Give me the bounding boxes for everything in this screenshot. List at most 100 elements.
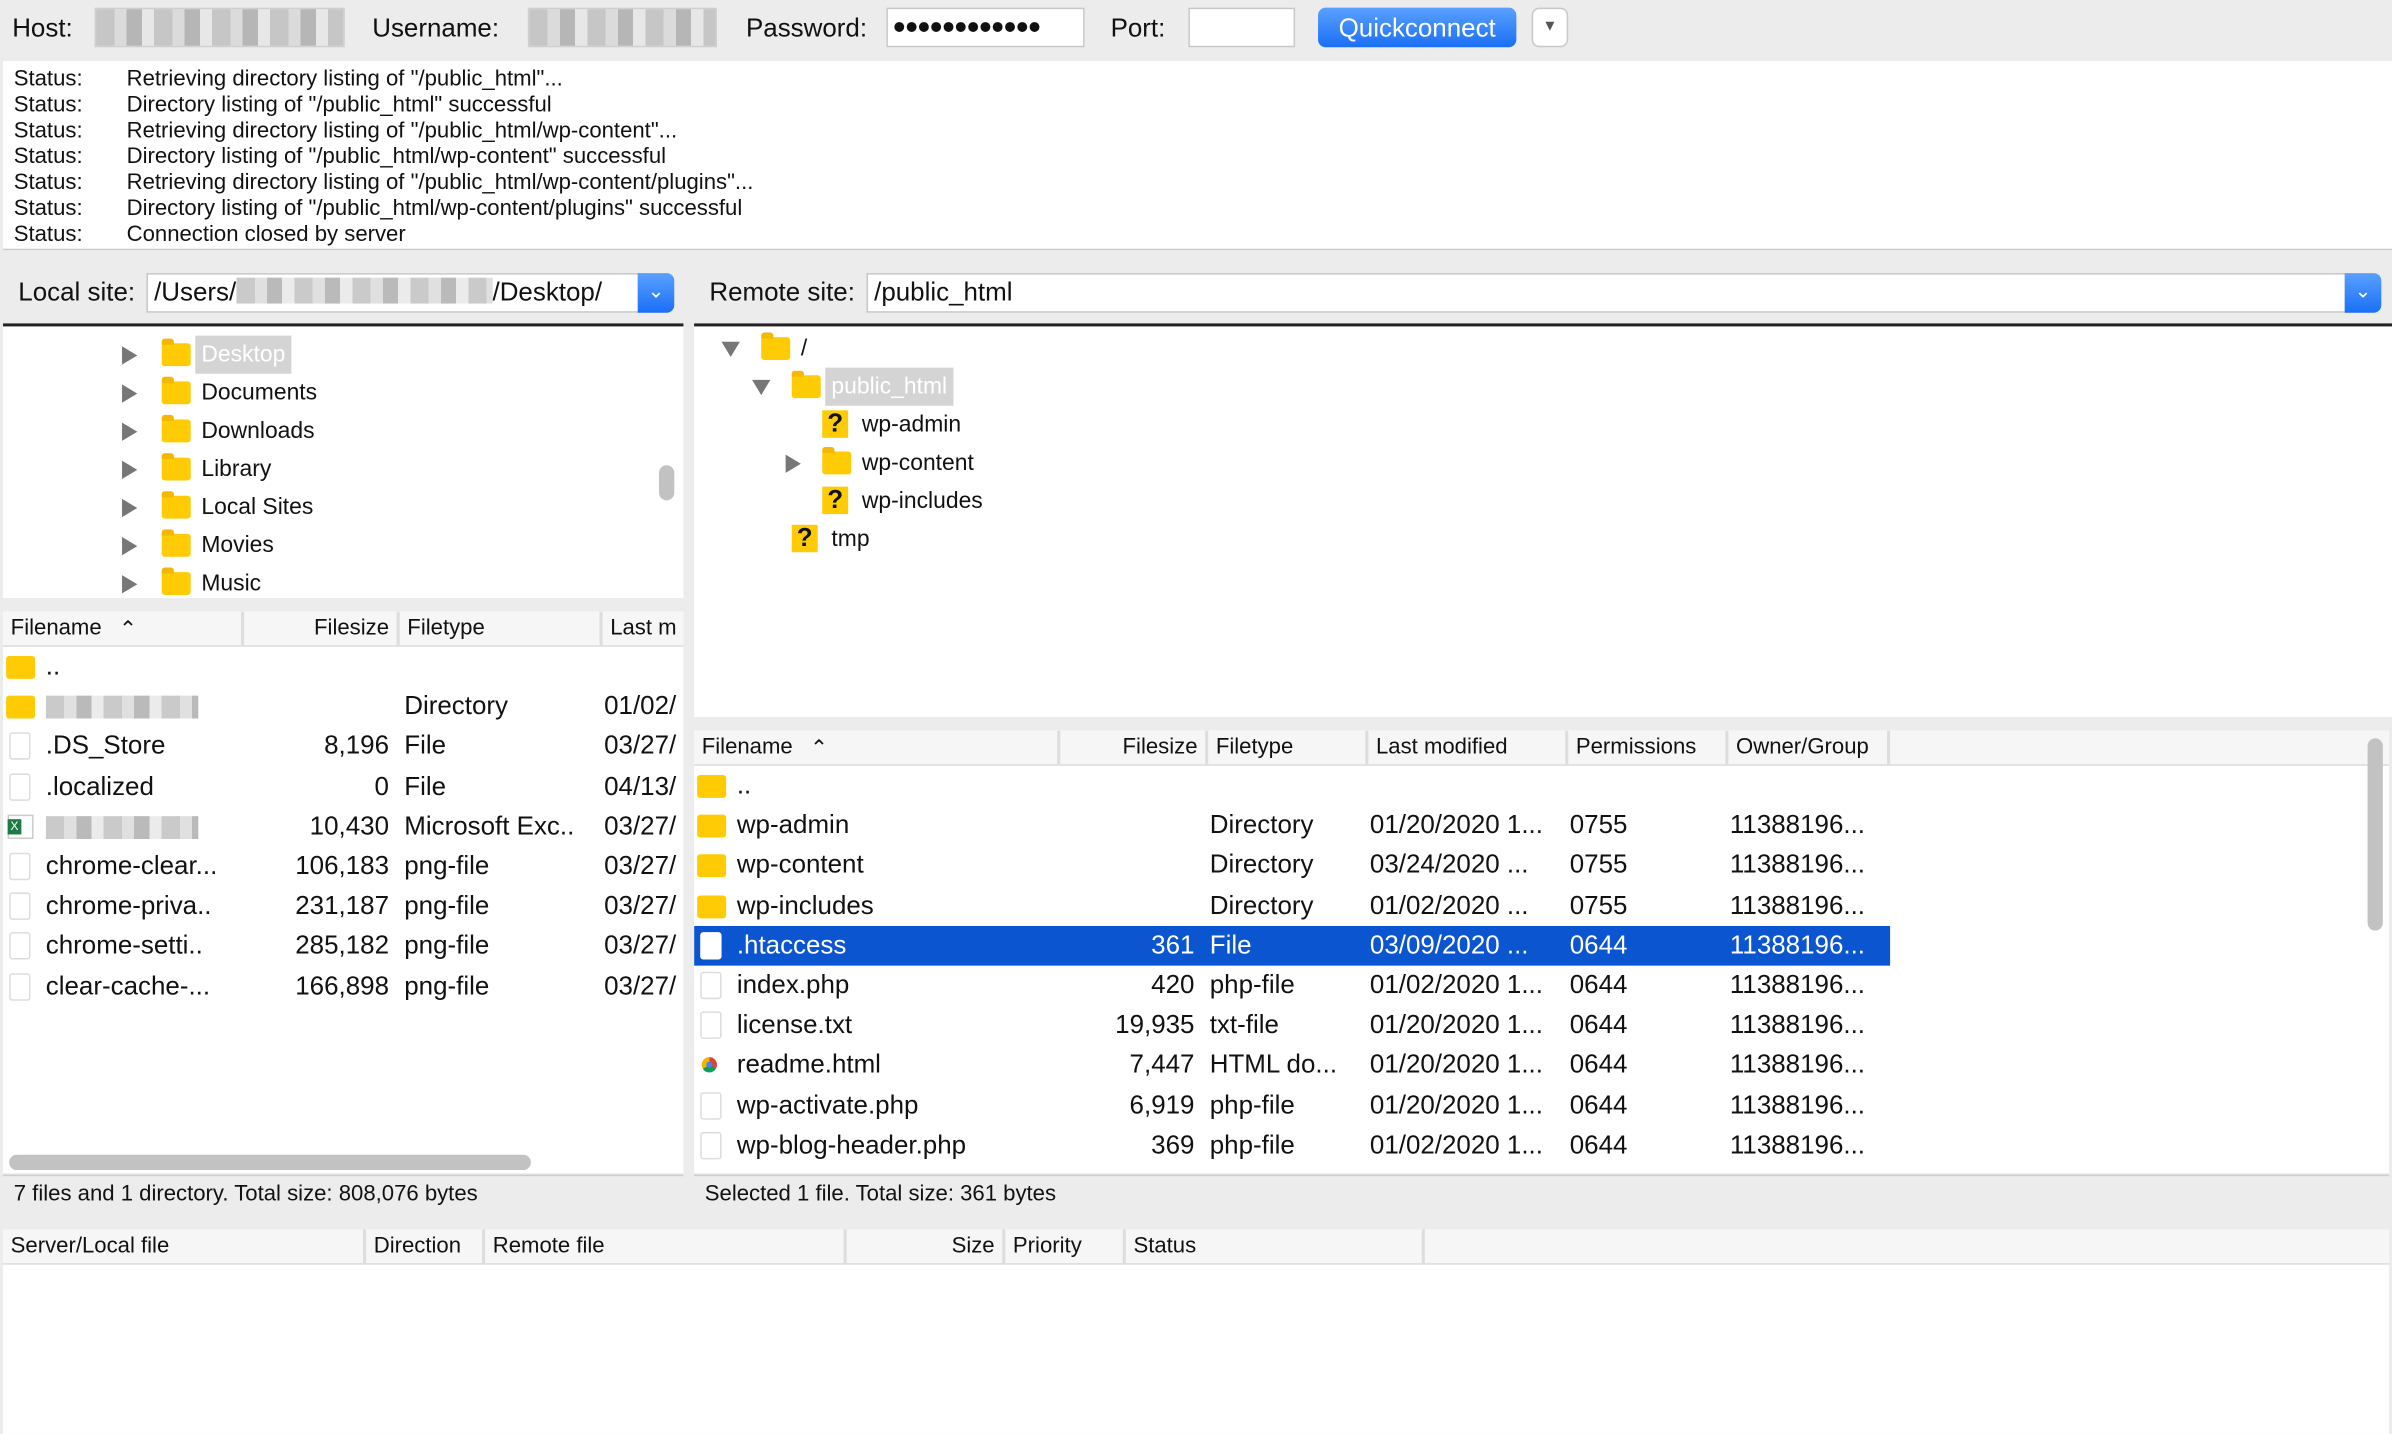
expand-arrow-icon[interactable] xyxy=(122,346,138,365)
file-row[interactable]: Directory 01/02/ xyxy=(3,687,683,727)
file-row[interactable]: index.php 420 php-file 01/02/2020 1... 0644 1… xyxy=(694,966,1890,1006)
tree-node[interactable]: ? tmp xyxy=(752,520,1362,558)
column-header-filetype[interactable]: Filetype xyxy=(400,611,603,646)
tree-node[interactable]: ? wp-includes xyxy=(783,482,1393,520)
local-path-input[interactable]: /Users/ /Desktop/ xyxy=(146,273,641,313)
column-header-permissions[interactable]: Permissions xyxy=(1568,730,1729,765)
file-row[interactable]: chrome-setti.. 285,182 png-file 03/27/ xyxy=(3,927,683,967)
remote-path-dropdown[interactable]: ⌄ xyxy=(2344,273,2382,313)
collapse-arrow-icon[interactable] xyxy=(752,379,771,396)
expand-arrow-icon[interactable] xyxy=(122,384,138,403)
tree-node[interactable]: Music xyxy=(122,564,641,598)
tree-node[interactable]: Library xyxy=(122,450,641,488)
column-header-last-modified[interactable]: Last modified xyxy=(1368,730,1569,765)
local-tree-scrollbar[interactable] xyxy=(659,465,675,501)
column-header-filesize[interactable]: Filesize xyxy=(1060,730,1209,765)
transfer-queue[interactable]: Server/Local file Direction Remote file Siz… xyxy=(3,1229,2389,1434)
file-size: 106,183 xyxy=(295,851,390,881)
log-line: Status: Directory listing of "/public_htm… xyxy=(14,93,552,119)
log-type: Status: xyxy=(13,222,83,248)
expand-arrow-icon[interactable] xyxy=(785,454,801,473)
expand-arrow-icon[interactable] xyxy=(122,422,138,441)
column-header-remote-file[interactable]: Remote file xyxy=(485,1229,847,1264)
expand-arrow-icon[interactable] xyxy=(122,575,138,594)
column-header-filename[interactable]: Filename ⌃ xyxy=(3,611,245,646)
tree-node[interactable]: Documents xyxy=(122,374,641,412)
local-path-dropdown[interactable]: ⌄ xyxy=(637,273,675,313)
tree-node[interactable]: Local Sites xyxy=(122,488,641,526)
column-header-server-local-file[interactable]: Server/Local file xyxy=(3,1229,367,1264)
column-header-priority[interactable]: Priority xyxy=(1005,1229,1126,1264)
redacted-filename xyxy=(45,695,199,719)
column-header-owner-group[interactable]: Owner/Group xyxy=(1728,730,1891,765)
file-row[interactable]: chrome-clear... 106,183 png-file 03/27/ xyxy=(3,847,683,887)
file-name: wp-includes xyxy=(736,890,874,920)
quickconnect-button[interactable]: Quickconnect xyxy=(1318,7,1517,48)
local-file-list[interactable]: Filename ⌃ Filesize Filetype Last m .. Direct… xyxy=(3,611,684,1174)
file-icon xyxy=(700,931,722,960)
collapse-arrow-icon[interactable] xyxy=(721,341,740,357)
log-type: Status: xyxy=(13,118,83,144)
remote-directory-tree[interactable]: / public_html? wp-admin wp-content? wp-inclu… xyxy=(694,326,2392,717)
folder-icon xyxy=(761,332,791,361)
tree-node[interactable]: wp-content xyxy=(783,444,1393,482)
folder-icon xyxy=(697,814,727,838)
file-row[interactable]: .htaccess 361 File 03/09/2020 ... 0644 113881… xyxy=(694,925,1891,966)
file-type: png-file xyxy=(404,971,490,1001)
file-row[interactable]: readme.html 7,447 HTML do... 01/20/2020 1..… xyxy=(694,1046,1890,1086)
file-row[interactable]: .localized 0 File 04/13/ xyxy=(3,767,683,807)
remote-site-label: Remote site: xyxy=(709,277,855,307)
local-list-hscrollbar[interactable] xyxy=(9,1154,531,1171)
file-permissions: 0644 xyxy=(1569,1010,1628,1040)
tree-node-label: Documents xyxy=(201,379,318,406)
folder-icon xyxy=(6,655,36,679)
file-modified: 03/27/ xyxy=(604,851,677,881)
tree-node[interactable]: / xyxy=(721,330,1332,368)
password-input[interactable]: ●●●●●●●●●●●● xyxy=(886,7,1085,48)
file-size: 8,196 xyxy=(324,731,390,761)
quickconnect-history-button[interactable]: ▼ xyxy=(1531,7,1569,48)
file-row[interactable]: wp-activate.php 6,919 php-file 01/20/2020 1… xyxy=(694,1086,1890,1126)
file-owner: 11388196... xyxy=(1729,890,1865,920)
file-row[interactable]: wp-blog-header.php 369 php-file 01/02/2020 … xyxy=(694,1126,1890,1166)
file-type: php-file xyxy=(1209,1130,1295,1160)
remote-list-scrollbar[interactable] xyxy=(2367,738,2383,931)
file-row[interactable]: wp-includes Directory 01/02/2020 ... 0755 11… xyxy=(694,886,1890,926)
remote-path-input[interactable]: /public_html xyxy=(866,273,2347,313)
unknown-folder-icon: ? xyxy=(791,524,818,553)
file-row[interactable]: wp-content Directory 03/24/2020 ... 0755 113… xyxy=(694,846,1890,886)
tree-node[interactable]: public_html xyxy=(752,367,1362,406)
host-input[interactable] xyxy=(94,7,345,48)
column-header-status[interactable]: Status xyxy=(1126,1229,1425,1264)
file-row[interactable]: license.txt 19,935 txt-file 01/20/2020 1...… xyxy=(694,1006,1890,1046)
column-header-last-modified[interactable]: Last m xyxy=(603,612,684,646)
file-row[interactable]: clear-cache-... 166,898 png-file 03/27/ xyxy=(3,967,683,1007)
local-directory-tree[interactable]: Desktop Documents Downloads Library Local Si… xyxy=(3,326,684,598)
folder-icon xyxy=(161,414,191,443)
file-row[interactable]: 10,430 Microsoft Exc.. 03/27/ xyxy=(3,807,683,847)
file-row[interactable]: wp-admin Directory 01/20/2020 1... 0755 1138… xyxy=(694,806,1890,846)
file-row[interactable]: .DS_Store 8,196 File 03/27/ xyxy=(3,727,683,767)
file-row[interactable]: .. xyxy=(694,766,1890,806)
column-header-filetype[interactable]: Filetype xyxy=(1208,730,1369,765)
file-row[interactable]: .. xyxy=(3,647,683,687)
file-name: chrome-clear... xyxy=(45,851,218,881)
column-header-size[interactable]: Size xyxy=(847,1229,1006,1264)
port-input[interactable] xyxy=(1188,7,1296,48)
remote-file-list[interactable]: Filename ⌃ Filesize Filetype Last modified Pe… xyxy=(694,730,2389,1174)
column-header-filesize[interactable]: Filesize xyxy=(244,611,400,646)
column-header-direction[interactable]: Direction xyxy=(366,1229,486,1264)
tree-node[interactable]: Movies xyxy=(122,526,641,564)
tree-node[interactable]: ? wp-admin xyxy=(783,406,1393,444)
column-header-filename[interactable]: Filename ⌃ xyxy=(694,730,1061,765)
local-status: 7 files and 1 directory. Total size: 808… xyxy=(3,1174,684,1216)
expand-arrow-icon[interactable] xyxy=(122,536,138,556)
expand-arrow-icon[interactable] xyxy=(122,498,138,518)
tree-node[interactable]: Desktop xyxy=(122,335,641,374)
message-log[interactable]: Status: Retrieving directory listing of "… xyxy=(3,61,2392,251)
username-input[interactable] xyxy=(527,7,717,48)
expand-arrow-icon[interactable] xyxy=(122,460,138,480)
file-row[interactable]: chrome-priva.. 231,187 png-file 03/27/ xyxy=(3,887,683,927)
file-modified: 01/02/2020 ... xyxy=(1369,890,1529,920)
tree-node[interactable]: Downloads xyxy=(122,412,641,450)
